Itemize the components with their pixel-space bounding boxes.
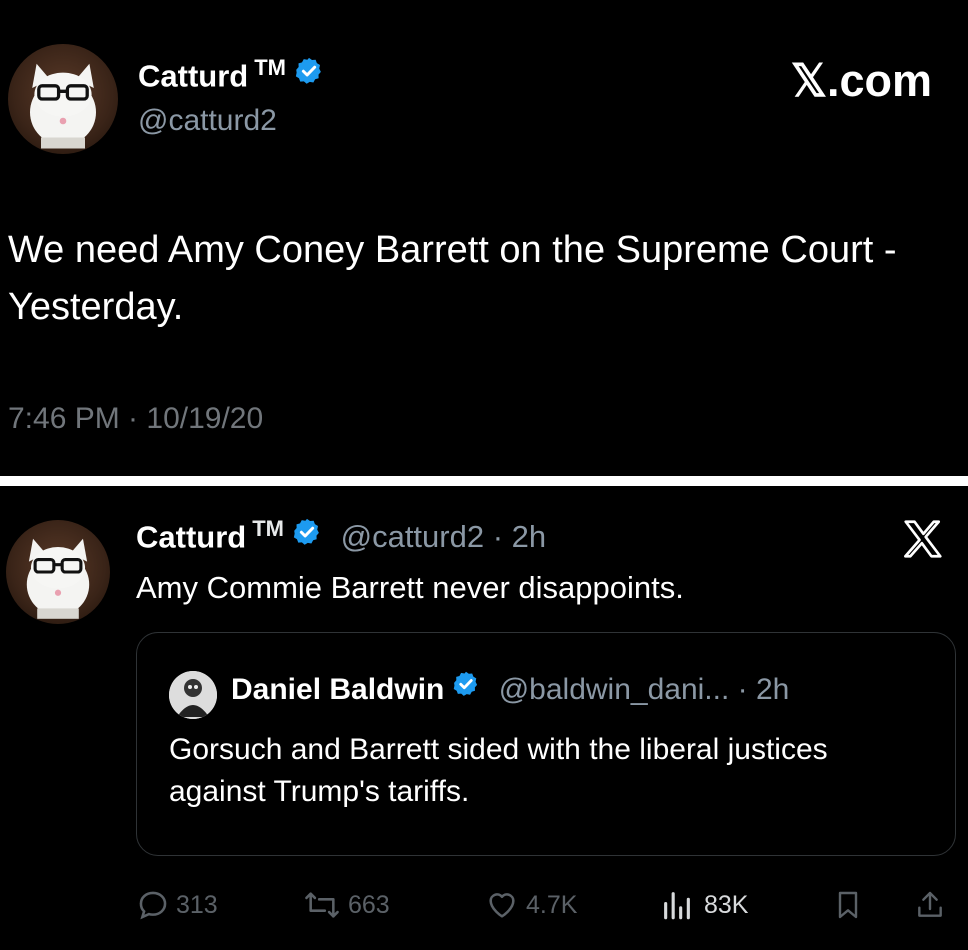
tweet-text: Amy Commie Barrett never disappoints. <box>136 570 684 605</box>
x-brand-label: 𝕏.com <box>790 55 932 106</box>
share-icon <box>918 891 942 917</box>
tweet-text: We need Amy Coney Barrett on the Supreme… <box>8 229 897 328</box>
verified-badge-icon <box>292 517 322 555</box>
display-name[interactable]: Catturd TM <box>138 55 324 97</box>
share-button[interactable] <box>914 880 952 930</box>
views-icon <box>664 892 690 920</box>
display-name-text: Catturd <box>138 58 249 94</box>
like-icon <box>489 893 515 918</box>
tweet-timestamp[interactable]: 7:46 PM · 10/19/20 <box>8 402 263 436</box>
catturd-avatar[interactable] <box>6 520 110 624</box>
like-count: 4.7K <box>526 890 578 919</box>
reply-icon <box>139 891 167 920</box>
quoted-display-name[interactable]: Daniel Baldwin <box>231 673 444 706</box>
display-name[interactable]: Catturd <box>136 519 246 554</box>
verified-badge-icon <box>452 670 480 706</box>
bookmark-button[interactable] <box>832 880 870 930</box>
tweet-header: Catturd TM @catturd2 · 2h <box>136 516 546 558</box>
quoted-user-avatar[interactable] <box>169 671 217 719</box>
x-logo-icon <box>900 516 946 562</box>
repost-button[interactable]: 663 <box>302 880 390 930</box>
views-button[interactable]: 83K <box>660 880 748 930</box>
quoted-tweet-header: Daniel Baldwin @baldwin_dani... · 2h <box>231 670 790 709</box>
handle-and-time[interactable]: @catturd2 · 2h <box>341 519 547 554</box>
screenshot-divider <box>0 476 968 486</box>
like-button[interactable]: 4.7K <box>484 880 577 930</box>
reply-button[interactable]: 313 <box>136 880 218 930</box>
user-handle[interactable]: @catturd2 <box>138 104 277 138</box>
reply-count: 313 <box>176 890 218 919</box>
old-tweet-card: Catturd TM @catturd2 𝕏.com We need Amy Co… <box>0 0 968 476</box>
quoted-handle-and-time[interactable]: @baldwin_dani... · 2h <box>499 673 790 706</box>
trademark-symbol: TM <box>254 55 286 80</box>
tweet-actions: 313 663 4.7K 83K <box>136 880 958 930</box>
trademark-symbol: TM <box>252 516 284 541</box>
catturd-avatar[interactable] <box>8 44 118 154</box>
quoted-tweet-text: Gorsuch and Barrett sided with the liber… <box>169 733 828 808</box>
repost-count: 663 <box>348 890 390 919</box>
repost-icon <box>305 892 339 918</box>
view-count: 83K <box>704 890 749 919</box>
new-tweet-card: Catturd TM @catturd2 · 2h Amy Commie Barr… <box>0 486 968 950</box>
bookmark-icon <box>838 891 858 919</box>
verified-badge-icon <box>294 56 324 94</box>
quoted-tweet[interactable]: Daniel Baldwin @baldwin_dani... · 2h Gor… <box>136 632 956 856</box>
